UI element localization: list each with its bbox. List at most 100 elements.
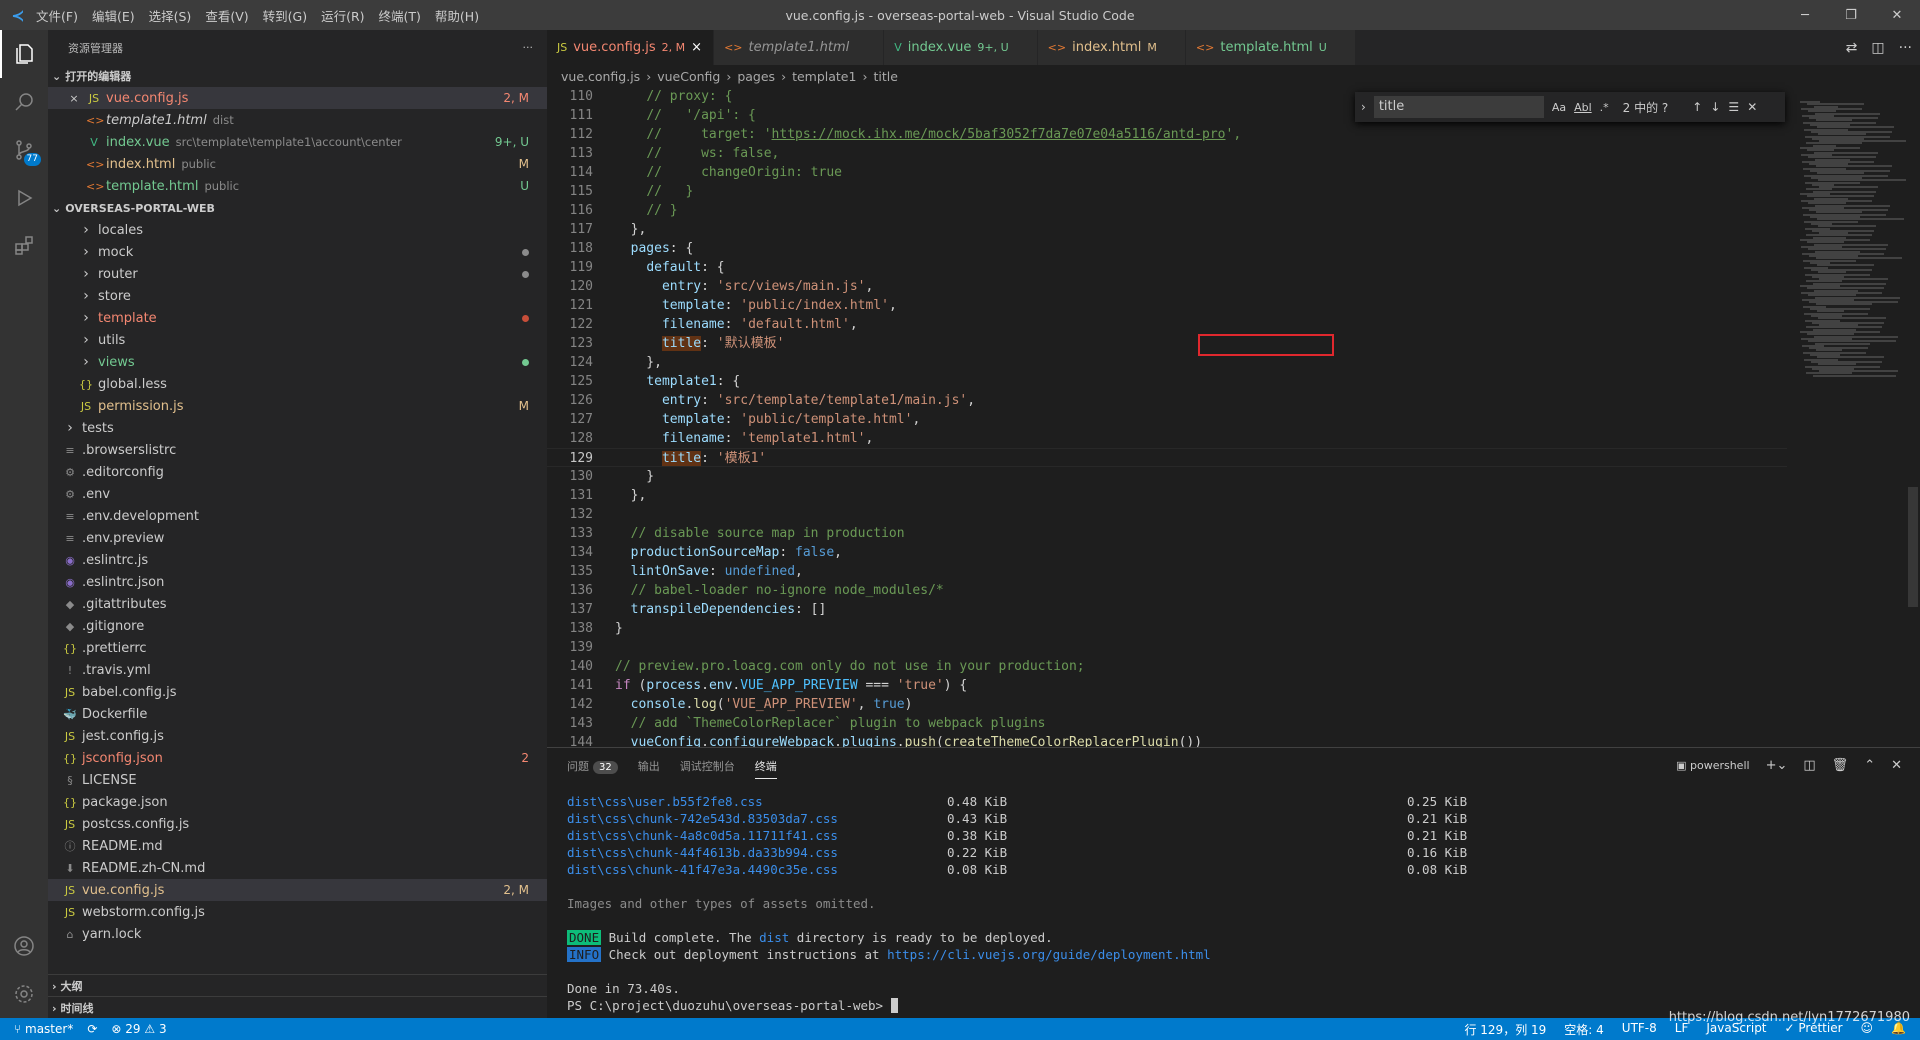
breadcrumb-item[interactable]: title — [873, 69, 897, 84]
editor-tab[interactable]: <> index.html M — [1037, 30, 1186, 65]
file-item[interactable]: ⚙ .env — [48, 483, 547, 505]
indentation[interactable]: 空格: 4 — [1564, 1021, 1604, 1038]
arrow-down-icon[interactable]: ↓ — [1710, 100, 1720, 114]
terminal-output[interactable]: dist\css\user.b55f2fe8.css 0.48 KiB 0.25 K… — [547, 783, 1920, 1014]
close-find-icon[interactable]: ✕ — [1747, 100, 1757, 114]
outline-section[interactable]: › 大纲 — [48, 974, 547, 997]
match-case-icon[interactable]: Aa — [1552, 101, 1566, 114]
folder-item[interactable]: › tests — [48, 417, 547, 439]
folder-item[interactable]: › router — [48, 263, 547, 285]
menu-item[interactable]: 查看(V) — [205, 6, 248, 25]
cursor-position[interactable]: 行 129，列 19 — [1464, 1021, 1546, 1038]
file-item[interactable]: JS permission.js M — [48, 395, 547, 417]
close-icon[interactable]: × — [66, 92, 82, 105]
more-actions-icon[interactable]: ··· — [523, 41, 534, 54]
timeline-section[interactable]: › 时间线 — [48, 996, 547, 1018]
file-item[interactable]: ⬇ README.zh-CN.md — [48, 857, 547, 879]
open-editor-item[interactable]: × JS vue.config.js 2, M — [48, 87, 547, 109]
file-item[interactable]: {} global.less — [48, 373, 547, 395]
file-item[interactable]: ⓘ README.md — [48, 835, 547, 857]
breadcrumb-item[interactable]: vueConfig — [657, 69, 720, 84]
file-item[interactable]: ⚙ .editorconfig — [48, 461, 547, 483]
chevron-right-icon[interactable]: › — [1361, 100, 1366, 114]
file-item[interactable]: ≡ .env.preview — [48, 527, 547, 549]
whole-word-icon[interactable]: Abl — [1574, 101, 1592, 114]
tab-terminal[interactable]: 终端 — [754, 753, 777, 779]
branch-indicator[interactable]: ⑂ master* — [14, 1022, 73, 1036]
settings-gear-icon[interactable] — [0, 970, 48, 1018]
folder-item[interactable]: › locales — [48, 219, 547, 241]
folder-item[interactable]: › views — [48, 351, 547, 373]
breadcrumb-item[interactable]: vue.config.js — [561, 69, 640, 84]
menu-item[interactable]: 编辑(E) — [92, 6, 135, 25]
explorer-icon[interactable] — [0, 30, 48, 78]
search-icon[interactable] — [0, 78, 48, 126]
editor-scrollbar[interactable] — [1906, 87, 1920, 747]
tab-output[interactable]: 输出 — [638, 758, 660, 774]
file-item[interactable]: JS babel.config.js — [48, 681, 547, 703]
breadcrumb-item[interactable]: template1 — [792, 69, 856, 84]
find-input[interactable]: title — [1373, 96, 1544, 118]
file-item[interactable]: {} jsconfig.json 2 — [48, 747, 547, 769]
file-item[interactable]: JS postcss.config.js — [48, 813, 547, 835]
maximize-panel-icon[interactable]: ⌃ — [1864, 758, 1875, 773]
split-terminal-icon[interactable]: ◫ — [1803, 758, 1815, 773]
menu-item[interactable]: 帮助(H) — [435, 6, 479, 25]
code-editor[interactable]: 110 // proxy: {111 // '/api': {112 // ta… — [547, 87, 1787, 747]
file-item[interactable]: 🐳 Dockerfile — [48, 703, 547, 725]
editor-tab[interactable]: Vindex.vue 9+, U — [884, 30, 1038, 65]
menu-item[interactable]: 选择(S) — [149, 6, 192, 25]
file-item[interactable]: ! .travis.yml — [48, 659, 547, 681]
close-tab-icon[interactable]: × — [691, 40, 703, 55]
restore-icon[interactable]: ❐ — [1828, 0, 1874, 30]
regex-icon[interactable]: .* — [1600, 101, 1609, 114]
compare-changes-icon[interactable]: ⇄ — [1846, 40, 1858, 56]
editor-tab[interactable]: <> template1.html — [714, 30, 885, 65]
file-item[interactable]: JS webstorm.config.js — [48, 901, 547, 923]
open-editor-item[interactable]: <> index.html public M — [48, 153, 547, 175]
file-item[interactable]: § LICENSE — [48, 769, 547, 791]
account-icon[interactable] — [0, 922, 48, 970]
open-editor-item[interactable]: <> template.html public U — [48, 175, 547, 197]
menu-item[interactable]: 终端(T) — [379, 6, 421, 25]
trash-icon[interactable]: 🗑 — [1832, 758, 1849, 773]
file-item[interactable]: ◆ .gitignore — [48, 615, 547, 637]
close-panel-icon[interactable]: ✕ — [1891, 758, 1902, 773]
new-terminal-icon[interactable]: +⌄ — [1766, 758, 1788, 773]
find-in-selection-icon[interactable]: ☰ — [1728, 100, 1739, 114]
menu-item[interactable]: 转到(G) — [263, 6, 307, 25]
file-item[interactable]: {} package.json — [48, 791, 547, 813]
open-editors-section[interactable]: ⌄ 打开的编辑器 — [48, 65, 547, 87]
file-item[interactable]: ≡ .browserslistrc — [48, 439, 547, 461]
problems-indicator[interactable]: ⊗ 29 ⚠ 3 — [111, 1022, 166, 1036]
extensions-icon[interactable] — [0, 222, 48, 270]
scrollbar-thumb[interactable] — [1908, 487, 1918, 607]
file-item[interactable]: ≡ .env.development — [48, 505, 547, 527]
editor-tab[interactable]: <> template.html U — [1185, 30, 1356, 65]
folder-item[interactable]: › mock — [48, 241, 547, 263]
open-editor-item[interactable]: <> template1.html dist — [48, 109, 547, 131]
split-editor-icon[interactable]: ◫ — [1871, 40, 1884, 56]
tab-problems[interactable]: 问题 32 — [567, 758, 618, 774]
file-item[interactable]: JS vue.config.js 2, M — [48, 879, 547, 901]
open-editor-item[interactable]: Vindex.vue src\template\template1\account… — [48, 131, 547, 153]
source-control-icon[interactable]: 77 — [0, 126, 48, 174]
file-item[interactable]: ◆ .gitattributes — [48, 593, 547, 615]
menu-item[interactable]: 运行(R) — [321, 6, 364, 25]
file-item[interactable]: ◉ .eslintrc.json — [48, 571, 547, 593]
file-item[interactable]: JS jest.config.js — [48, 725, 547, 747]
file-item[interactable]: {} .prettierrc — [48, 637, 547, 659]
minimize-icon[interactable]: ─ — [1782, 0, 1828, 30]
project-section[interactable]: ⌄ OVERSEAS-PORTAL-WEB — [48, 197, 547, 219]
encoding[interactable]: UTF-8 — [1622, 1021, 1657, 1038]
info-link[interactable]: https://cli.vuejs.org/guide/deployment.h… — [887, 947, 1211, 962]
close-window-icon[interactable]: ✕ — [1874, 0, 1920, 30]
run-debug-icon[interactable] — [0, 174, 48, 222]
file-item[interactable]: ⌂ yarn.lock — [48, 923, 547, 945]
breadcrumb-item[interactable]: pages — [737, 69, 775, 84]
arrow-up-icon[interactable]: ↑ — [1692, 100, 1702, 114]
tab-debug-console[interactable]: 调试控制台 — [680, 758, 735, 774]
sync-icon[interactable]: ⟳ — [87, 1022, 97, 1036]
folder-item[interactable]: › store — [48, 285, 547, 307]
folder-item[interactable]: › utils — [48, 329, 547, 351]
